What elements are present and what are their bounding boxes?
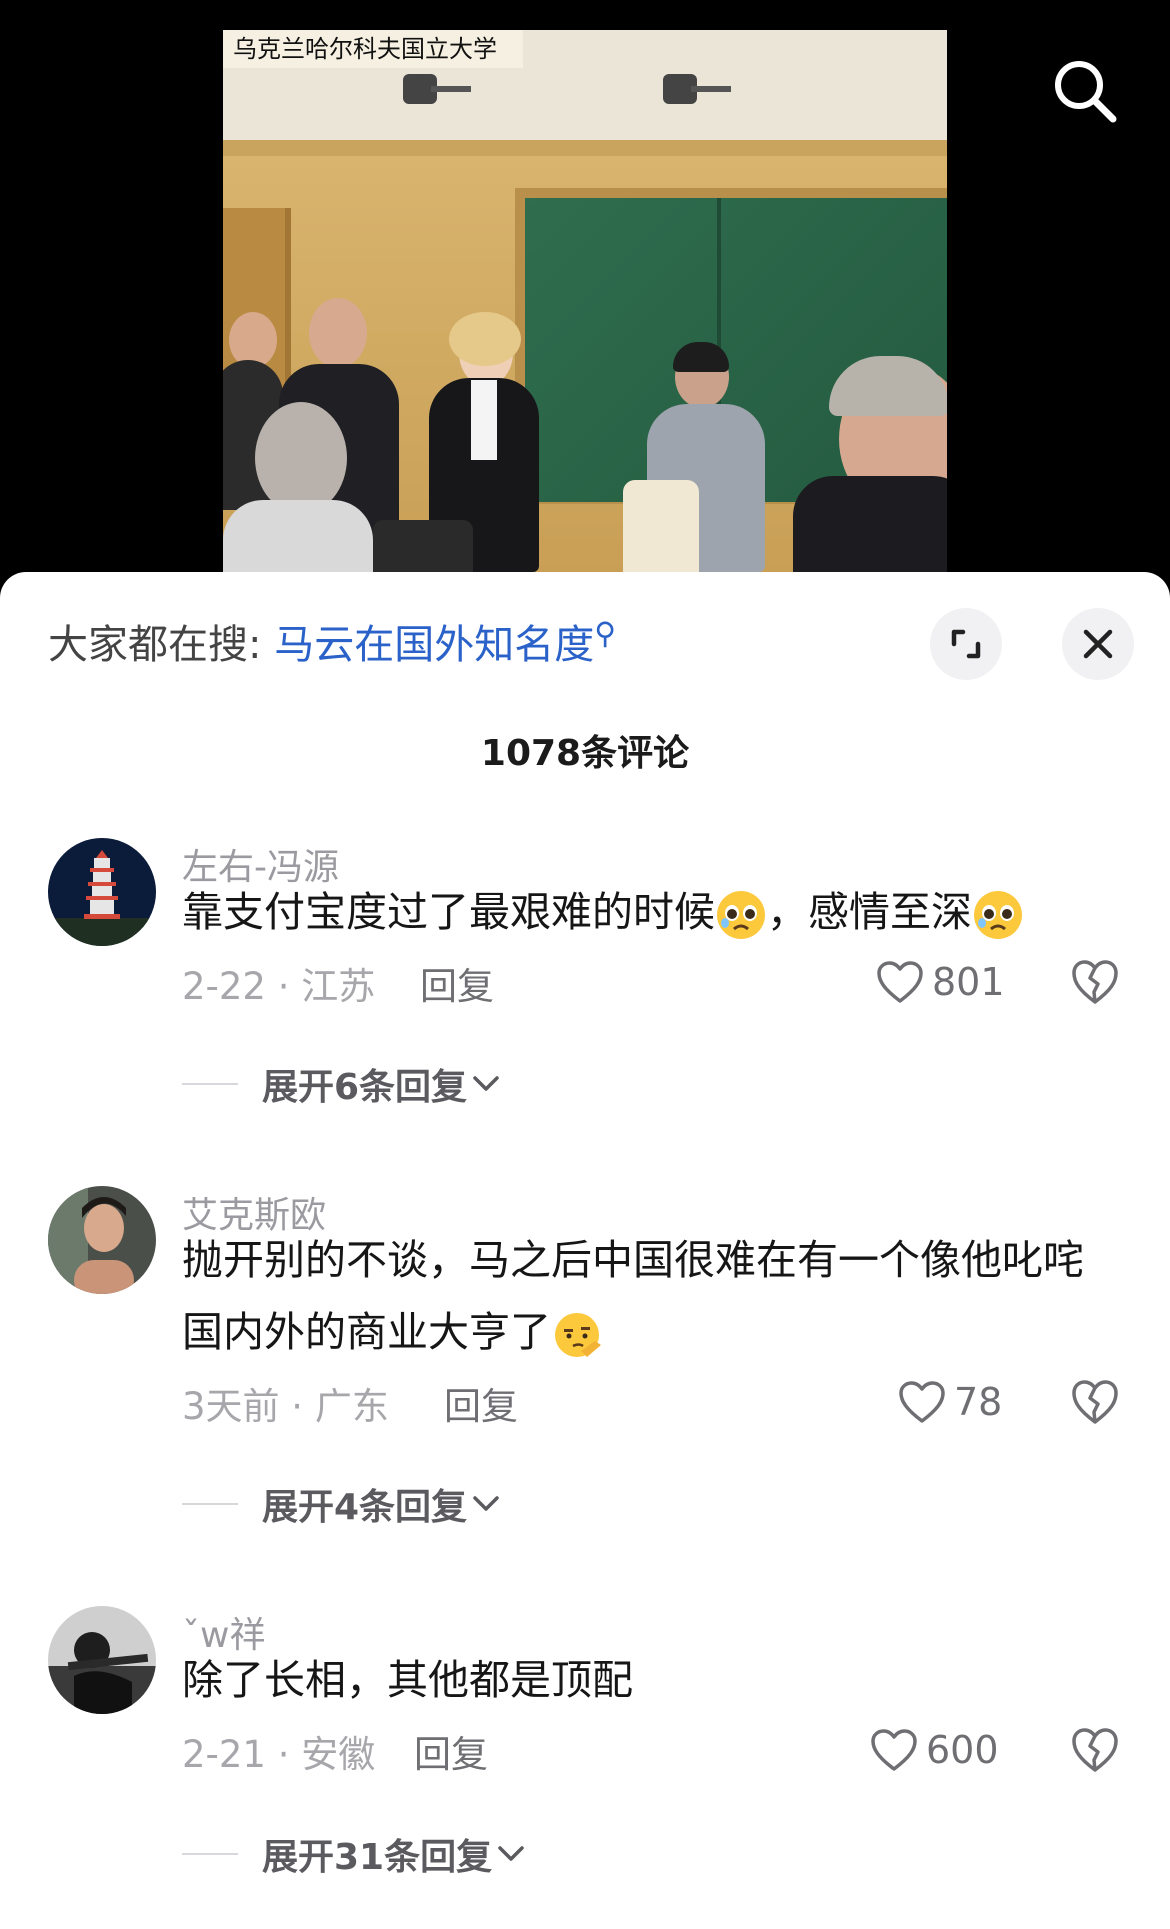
like-count: 78 — [954, 1380, 1003, 1424]
broken-heart-icon — [1072, 960, 1118, 1004]
like-button[interactable]: 801 — [876, 958, 1005, 1006]
comment-count: 1078条评论 — [480, 733, 690, 774]
comment-text: 靠支付宝度过了最艰难的时候 ，感情至深 — [182, 876, 1112, 948]
heart-icon — [871, 1729, 917, 1771]
like-button[interactable]: 78 — [898, 1378, 1002, 1426]
avatar[interactable] — [48, 838, 156, 946]
like-count: 801 — [932, 960, 1005, 1004]
hot-search-magnifier-icon: ⚲ — [594, 616, 617, 652]
avatar[interactable] — [48, 1186, 156, 1294]
close-icon — [1083, 629, 1113, 659]
chevron-down-icon — [473, 1496, 499, 1511]
hot-search-prefix: 大家都在搜: — [48, 622, 275, 668]
expand-icon — [951, 629, 981, 659]
comment-text: 除了长相，其他都是顶配 — [182, 1644, 1112, 1716]
expand-replies-button[interactable]: 展开4条回复 — [182, 1478, 501, 1530]
dislike-button[interactable] — [1070, 1726, 1120, 1774]
comment-text-part: 抛开别的不谈，马之后中国很难在有一个像他叱咤国内外的商业大亨了 — [182, 1236, 1084, 1356]
video-lamp-arm — [691, 86, 731, 92]
comment-text-part: 靠支付宝度过了最艰难的时候 — [182, 888, 715, 936]
reply-button[interactable]: 回复 — [414, 1724, 488, 1778]
reply-button[interactable]: 回复 — [444, 1376, 518, 1430]
comment-meta: 2-21 · 安徽 — [182, 1733, 376, 1776]
comments-sheet: 大家都在搜: 马云在国外知名度⚲ 1078条评论 左右-冯源 靠支付宝度过了最艰… — [0, 572, 1170, 1929]
broken-heart-icon — [1072, 1380, 1118, 1424]
comment-text: 抛开别的不谈，马之后中国很难在有一个像他叱咤国内外的商业大亨了 — [182, 1224, 1112, 1368]
divider — [182, 1853, 238, 1855]
hot-search[interactable]: 大家都在搜: 马云在国外知名度⚲ — [48, 612, 616, 670]
pleading-face-emoji-icon — [717, 891, 765, 939]
chevron-down-icon — [498, 1846, 524, 1861]
thinking-face-emoji-icon — [555, 1313, 601, 1357]
pleading-face-emoji-icon — [974, 891, 1022, 939]
expand-replies-label: 展开31条回复 — [262, 1837, 493, 1878]
expand-replies-button[interactable]: 展开6条回复 — [182, 1058, 501, 1110]
video-trim — [223, 140, 947, 156]
reply-button[interactable]: 回复 — [420, 956, 494, 1010]
avatar[interactable] — [48, 1606, 156, 1714]
expand-replies-label: 展开6条回复 — [262, 1067, 468, 1108]
comment-meta: 3天前 · 广东 — [182, 1385, 389, 1428]
comment-text-part: ，感情至深 — [767, 888, 972, 936]
dislike-button[interactable] — [1070, 1378, 1120, 1426]
video-watermark: 乌克兰哈尔科夫国立大学 — [223, 30, 523, 68]
dislike-button[interactable] — [1070, 958, 1120, 1006]
chevron-down-icon — [473, 1076, 499, 1091]
divider — [182, 1083, 238, 1085]
like-count: 600 — [926, 1728, 999, 1772]
close-sheet-button[interactable] — [1062, 608, 1134, 680]
hot-search-term[interactable]: 马云在国外知名度 — [274, 622, 594, 668]
heart-icon — [877, 961, 923, 1003]
video-lamp-arm — [431, 86, 471, 92]
comment-text-part: 除了长相，其他都是顶配 — [182, 1656, 633, 1704]
divider — [182, 1503, 238, 1505]
comment-meta: 2-22 · 江苏 — [182, 965, 376, 1008]
expand-replies-label: 展开4条回复 — [262, 1487, 468, 1528]
heart-icon — [899, 1381, 945, 1423]
expand-sheet-button[interactable] — [930, 608, 1002, 680]
video-player[interactable]: 乌克兰哈尔科夫国立大学 — [223, 30, 947, 572]
video-chair — [623, 480, 699, 572]
like-button[interactable]: 600 — [870, 1726, 999, 1774]
search-icon — [1055, 61, 1117, 123]
expand-replies-button[interactable]: 展开31条回复 — [182, 1828, 526, 1880]
search-button[interactable] — [1050, 56, 1120, 126]
broken-heart-icon — [1072, 1728, 1118, 1772]
